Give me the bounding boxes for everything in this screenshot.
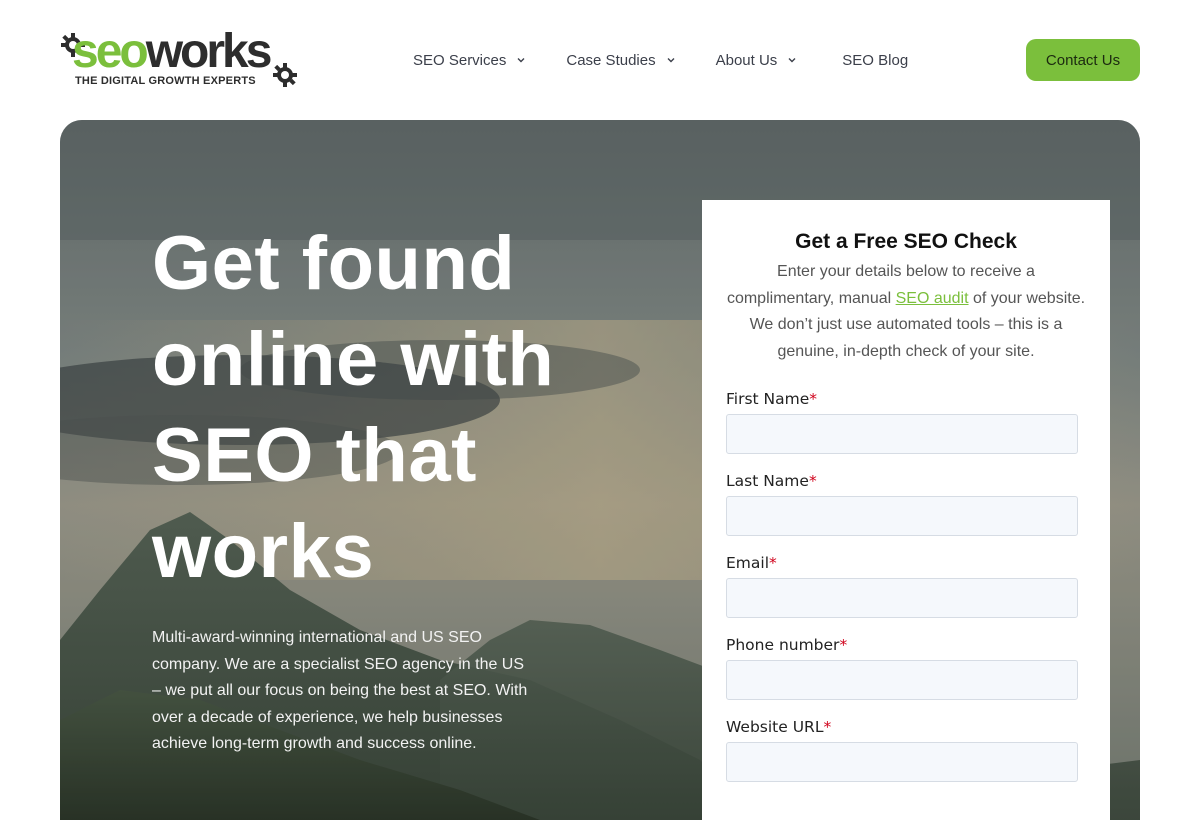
seoworks-logo[interactable]: seoworks THE DIGITAL GROWTH EXPERTS <box>60 28 300 90</box>
website-url-input[interactable] <box>726 742 1078 782</box>
nav-item-label: About Us <box>715 51 778 69</box>
nav-item-label: Case Studies <box>566 51 656 69</box>
email-field-group: Email* <box>726 552 1078 618</box>
gear-icon <box>273 63 297 87</box>
phone-input[interactable] <box>726 660 1078 700</box>
headline-line: works <box>152 509 375 594</box>
website-url-field-group: Website URL* <box>726 716 1078 782</box>
first-name-label: First Name* <box>726 388 1078 410</box>
last-name-label: Last Name* <box>726 470 1078 492</box>
last-name-input[interactable] <box>726 496 1078 536</box>
required-marker: * <box>823 718 832 736</box>
headline-line: online with <box>152 317 555 402</box>
free-seo-check-form: Get a Free SEO Check Enter your details … <box>702 200 1110 820</box>
phone-label: Phone number* <box>726 634 1078 656</box>
logo-seo-text: seo <box>72 25 149 78</box>
phone-field-group: Phone number* <box>726 634 1078 700</box>
nav-item-label: SEO Services <box>413 51 507 69</box>
last-name-field-group: Last Name* <box>726 470 1078 536</box>
nav-item-about-us[interactable]: About Us <box>716 52 798 69</box>
site-header: seoworks THE DIGITAL GROWTH EXPERTS SEO … <box>0 0 1200 120</box>
logo-wordmark: seoworks <box>72 25 273 78</box>
contact-us-button[interactable]: Contact Us <box>1026 39 1140 81</box>
label-text: First Name <box>726 390 810 408</box>
nav-item-case-studies[interactable]: Case Studies <box>566 52 675 69</box>
nav-item-seo-blog[interactable]: SEO Blog <box>842 52 908 69</box>
headline-line: SEO that <box>152 413 477 498</box>
chevron-down-icon <box>788 58 796 63</box>
label-text: Phone number <box>726 636 840 654</box>
email-input[interactable] <box>726 578 1078 618</box>
label-text: Website URL <box>726 718 824 736</box>
website-url-label: Website URL* <box>726 716 1078 738</box>
label-text: Email <box>726 554 770 572</box>
logo-works-text: works <box>145 25 273 78</box>
first-name-input[interactable] <box>726 414 1078 454</box>
main-nav: SEO Services Case Studies About Us SEO B… <box>413 50 908 70</box>
seo-audit-link[interactable]: SEO audit <box>896 290 969 307</box>
hero-headline: Get found online with SEO that works <box>152 216 632 600</box>
headline-line: Get found <box>152 221 516 306</box>
form-title: Get a Free SEO Check <box>795 230 1017 253</box>
logo-tagline: THE DIGITAL GROWTH EXPERTS <box>75 75 256 87</box>
hero-description: Multi-award-winning international and US… <box>152 629 528 752</box>
form-intro: Enter your details below to receive a co… <box>722 259 1090 365</box>
chevron-down-icon <box>667 58 675 63</box>
required-marker: * <box>839 636 848 654</box>
chevron-down-icon <box>517 58 525 63</box>
required-marker: * <box>769 554 777 572</box>
label-text: Last Name <box>726 472 809 490</box>
required-marker: * <box>809 390 818 408</box>
email-label: Email* <box>726 552 1078 574</box>
required-marker: * <box>808 472 817 490</box>
nav-item-seo-services[interactable]: SEO Services <box>413 52 526 69</box>
first-name-field-group: First Name* <box>726 388 1078 454</box>
nav-item-label: SEO Blog <box>842 51 909 69</box>
